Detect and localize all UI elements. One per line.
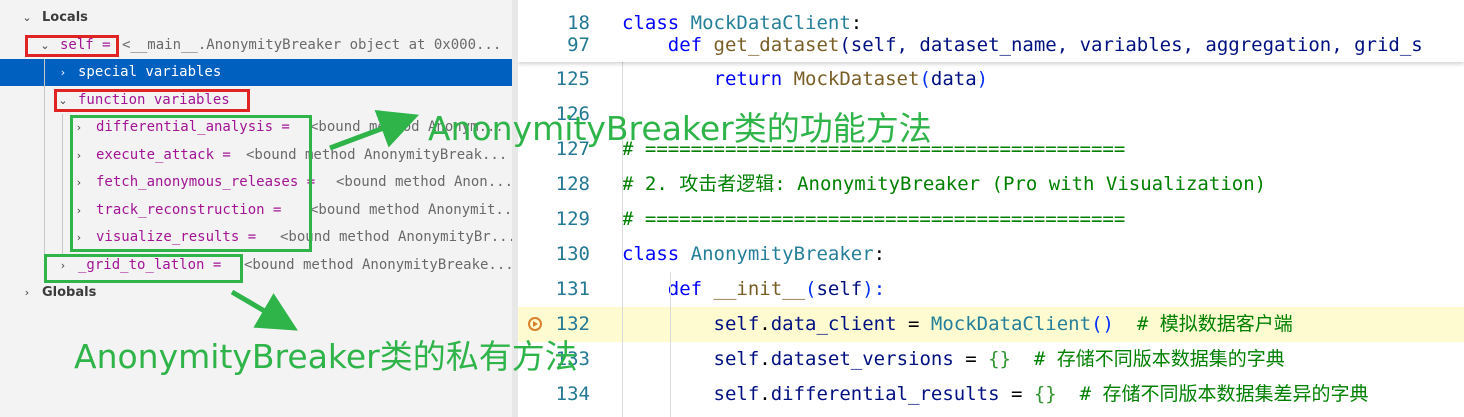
code-token: dataset_versions xyxy=(770,348,954,370)
code-text: self.dataset_versions = {} # 存储不同版本数据集的字… xyxy=(622,342,1285,377)
code-text: self.data_client = MockDataClient() # 模拟… xyxy=(622,307,1293,342)
self-variable-value: <__main__.AnonymityBreaker object at 0x0… xyxy=(122,37,502,53)
locals-section-header[interactable]: ⌄ Locals xyxy=(0,4,512,31)
code-token: get_dataset xyxy=(713,34,840,56)
code-token: self xyxy=(622,313,760,335)
code-token: self xyxy=(622,348,760,370)
code-token: self xyxy=(622,383,760,405)
code-text: # ======================================… xyxy=(622,202,1125,237)
code-line[interactable]: 133 self.dataset_versions = {} # 存储不同版本数… xyxy=(518,342,1464,377)
code-token: ): xyxy=(862,278,886,300)
code-text: self.differential_results = {} # 存储不同版本数… xyxy=(622,377,1369,412)
chevron-down-icon[interactable]: ⌄ xyxy=(20,4,34,31)
code-line[interactable]: 128 # 2. 攻击者逻辑: AnonymityBreaker (Pro wit… xyxy=(518,167,1464,202)
code-token: ( xyxy=(805,278,817,300)
code-token: {} xyxy=(988,348,1011,370)
code-token: () xyxy=(1091,313,1114,335)
globals-section-header[interactable]: › Globals xyxy=(0,279,512,306)
code-token: . xyxy=(759,348,771,370)
code-line[interactable]: 134 self.differential_results = {} # 存储不… xyxy=(518,377,1464,412)
code-token: # 模拟数据客户端 xyxy=(1113,313,1293,335)
code-token: ( xyxy=(919,68,931,90)
chevron-right-icon[interactable]: › xyxy=(20,279,34,306)
code-token: : xyxy=(873,243,886,265)
public-methods-highlight-box xyxy=(70,115,312,252)
code-token: __init__ xyxy=(713,278,806,300)
sticky-scroll-header[interactable]: 18 class MockDataClient: 97 def get_datase… xyxy=(518,0,1464,62)
code-token: MockDataset xyxy=(793,68,920,90)
code-text: class AnonymityBreaker: xyxy=(622,237,885,272)
code-token: {} xyxy=(1033,383,1057,405)
function-variables-highlight-box xyxy=(54,89,250,112)
method-value: <bound method AnonymityBr... xyxy=(280,229,512,245)
line-number: 134 xyxy=(555,383,590,405)
line-number: 130 xyxy=(555,243,590,265)
code-text: return MockDataset(data) xyxy=(622,62,989,97)
code-token: . xyxy=(759,383,771,405)
code-text: # 2. 攻击者逻辑: AnonymityBreaker (Pro with V… xyxy=(622,167,1266,202)
breakpoint-current-line-icon[interactable] xyxy=(528,317,542,331)
code-line[interactable]: 129 # ===================================… xyxy=(518,202,1464,237)
code-token: def xyxy=(622,34,714,56)
line-number: 128 xyxy=(555,173,590,195)
code-token: AnonymityBreaker xyxy=(690,243,874,265)
special-variables-row[interactable]: › special variables xyxy=(0,59,512,86)
code-token: # 2. 攻击者逻辑: AnonymityBreaker (Pro with V… xyxy=(622,173,1267,195)
code-token: data xyxy=(930,68,977,90)
public-methods-annotation: AnonymityBreaker类的功能方法 xyxy=(428,109,932,148)
code-editor[interactable]: 125 return MockDataset(data) 126 127 # ====… xyxy=(518,0,1464,417)
code-token: ) xyxy=(976,68,989,90)
code-text: def __init__(self): xyxy=(622,272,885,307)
self-highlight-box xyxy=(25,35,119,57)
special-variables-label: special variables xyxy=(78,64,222,80)
code-token: = xyxy=(896,313,931,335)
code-line[interactable]: 97 def get_dataset(self, dataset_name, v… xyxy=(518,28,1464,62)
line-number: 97 xyxy=(567,34,590,56)
indent-guide xyxy=(670,272,671,417)
private-methods-highlight-box xyxy=(44,254,243,283)
code-text: def get_dataset(self, dataset_name, vari… xyxy=(622,28,1423,62)
code-token: = xyxy=(999,383,1034,405)
code-line[interactable]: 125 return MockDataset(data) xyxy=(518,62,1464,97)
code-token: . xyxy=(759,313,771,335)
code-token: class xyxy=(622,243,691,265)
locals-label: Locals xyxy=(42,10,88,25)
code-token: return xyxy=(622,68,794,90)
method-value: <bound method Anon... xyxy=(336,174,512,190)
code-token: # 存储不同版本数据集差异的字典 xyxy=(1056,383,1369,405)
code-token: (self, dataset_name, variables, aggregat… xyxy=(839,34,1423,56)
line-number: 125 xyxy=(555,68,590,90)
code-token: MockDataClient xyxy=(930,313,1092,335)
code-token: data_client xyxy=(770,313,897,335)
code-token: differential_results xyxy=(770,383,1000,405)
line-number: 131 xyxy=(555,278,590,300)
private-methods-annotation: AnonymityBreaker类的私有方法 xyxy=(74,337,578,376)
code-line[interactable]: 131 def __init__(self): xyxy=(518,272,1464,307)
chevron-right-icon[interactable]: › xyxy=(56,59,70,86)
line-number: 129 xyxy=(555,208,590,230)
code-token: def xyxy=(622,278,714,300)
code-token: self xyxy=(816,278,863,300)
code-line[interactable]: 130 class AnonymityBreaker: xyxy=(518,237,1464,272)
code-token: # ======================================… xyxy=(622,208,1126,230)
globals-label: Globals xyxy=(42,285,97,300)
code-line[interactable]: 132 self.data_client = MockDataClient() … xyxy=(518,307,1464,342)
method-value: <bound method Anonymit... xyxy=(310,202,512,218)
private-method-value: <bound method AnonymityBreake... xyxy=(244,257,512,273)
code-token: = xyxy=(953,348,989,370)
code-token: # 存储不同版本数据集的字典 xyxy=(1010,348,1285,370)
